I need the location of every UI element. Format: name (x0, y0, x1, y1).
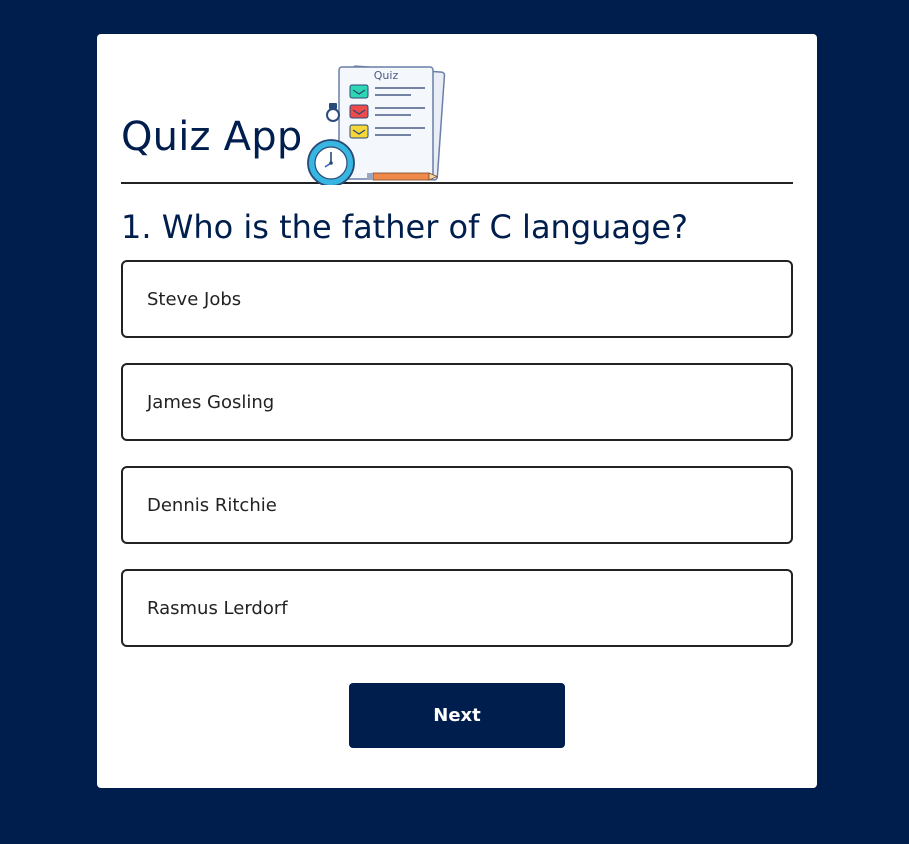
quiz-clipboard-stopwatch-icon: Quiz (307, 65, 446, 185)
answer-option[interactable]: James Gosling (121, 363, 793, 441)
question-text: 1. Who is the father of C language? (121, 208, 689, 246)
next-container: Next (121, 683, 793, 748)
next-button[interactable]: Next (349, 683, 565, 748)
quiz-card: Quiz App Quiz 1. Who is the father of C … (97, 34, 817, 788)
answer-option[interactable]: Dennis Ritchie (121, 466, 793, 544)
answer-option[interactable]: Steve Jobs (121, 260, 793, 338)
answer-list: Steve Jobs James Gosling Dennis Ritchie … (121, 260, 793, 647)
answer-option[interactable]: Rasmus Lerdorf (121, 569, 793, 647)
app-header: Quiz App Quiz (121, 34, 793, 185)
logo-text: Quiz (374, 69, 399, 82)
app-title: Quiz App (121, 114, 303, 160)
